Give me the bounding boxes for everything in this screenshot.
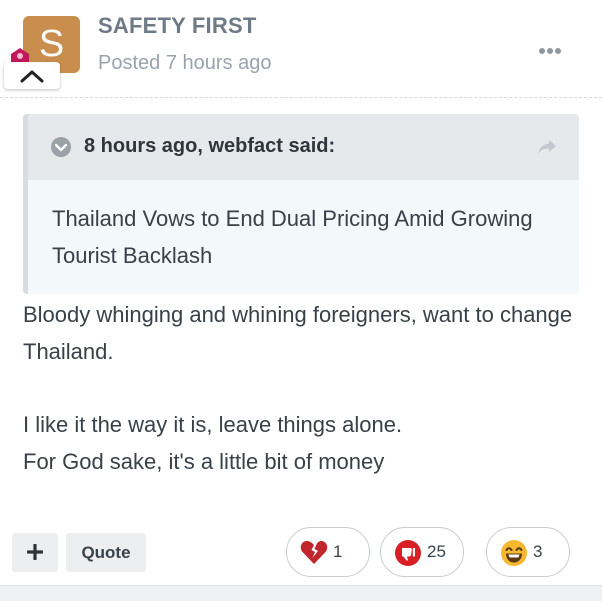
plus-icon <box>27 544 43 560</box>
reaction-count: 3 <box>533 542 543 561</box>
broken-heart-icon <box>300 541 328 564</box>
reaction-thumbs-down[interactable]: 25 <box>380 527 464 577</box>
post-header: S SAFETY FIRST Posted 7 hours ago <box>0 0 602 98</box>
post-paragraph: I like it the way it is, leave things al… <box>23 412 403 437</box>
chevron-up-icon <box>20 70 44 83</box>
chevron-down-icon[interactable] <box>51 137 71 157</box>
thumbs-down-icon <box>395 540 421 566</box>
reaction-laughing[interactable]: 3 <box>486 527 570 577</box>
header-divider <box>0 97 602 98</box>
post-content: Bloody whinging and whining foreigners, … <box>23 296 583 480</box>
reaction-count: 25 <box>427 542 446 561</box>
post-paragraph: For God sake, it's a little bit of money <box>23 449 385 474</box>
post-footer-divider <box>0 585 602 601</box>
multiquote-button[interactable] <box>12 533 58 572</box>
quote-citation[interactable]: 8 hours ago, webfact said: <box>84 135 335 158</box>
avatar-letter: S <box>38 23 65 65</box>
laughing-face-icon <box>501 540 527 566</box>
share-arrow-icon[interactable] <box>537 139 557 155</box>
quote-button[interactable]: Quote <box>66 533 146 572</box>
post-paragraph: Bloody whinging and whining foreigners, … <box>23 302 573 364</box>
collapse-button[interactable] <box>4 62 60 89</box>
author-name[interactable]: SAFETY FIRST <box>98 13 256 39</box>
reaction-broken-heart[interactable]: 1 <box>286 527 370 577</box>
post-timestamp[interactable]: Posted 7 hours ago <box>98 52 271 75</box>
quote-header: 8 hours ago, webfact said: <box>28 114 579 180</box>
quote-text: Thailand Vows to End Dual Pricing Amid G… <box>52 206 533 268</box>
quote-block: 8 hours ago, webfact said: Thailand Vows… <box>23 114 579 294</box>
reaction-count: 1 <box>333 542 343 561</box>
more-options-icon[interactable] <box>538 46 562 56</box>
